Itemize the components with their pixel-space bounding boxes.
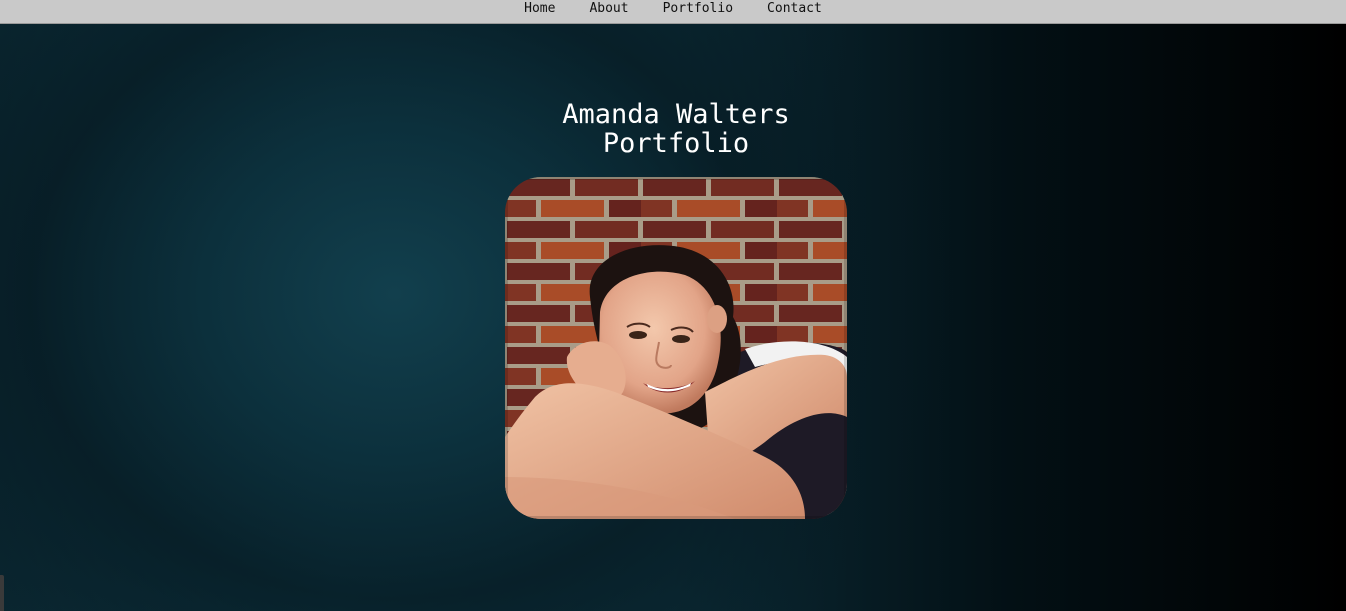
page-title: Amanda Walters Portfolio (0, 100, 1346, 158)
page-title-subtitle: Portfolio (602, 128, 750, 159)
page-title-name: Amanda Walters (562, 99, 790, 130)
scrollbar-handle[interactable] (0, 575, 4, 611)
profile-photo (505, 177, 847, 519)
nav-home-link[interactable]: Home (524, 1, 555, 17)
nav-about-link[interactable]: About (589, 1, 628, 17)
nav-contact-link[interactable]: Contact (767, 1, 822, 17)
top-nav: Home About Portfolio Contact (0, 0, 1346, 24)
nav-portfolio-link[interactable]: Portfolio (663, 1, 733, 17)
